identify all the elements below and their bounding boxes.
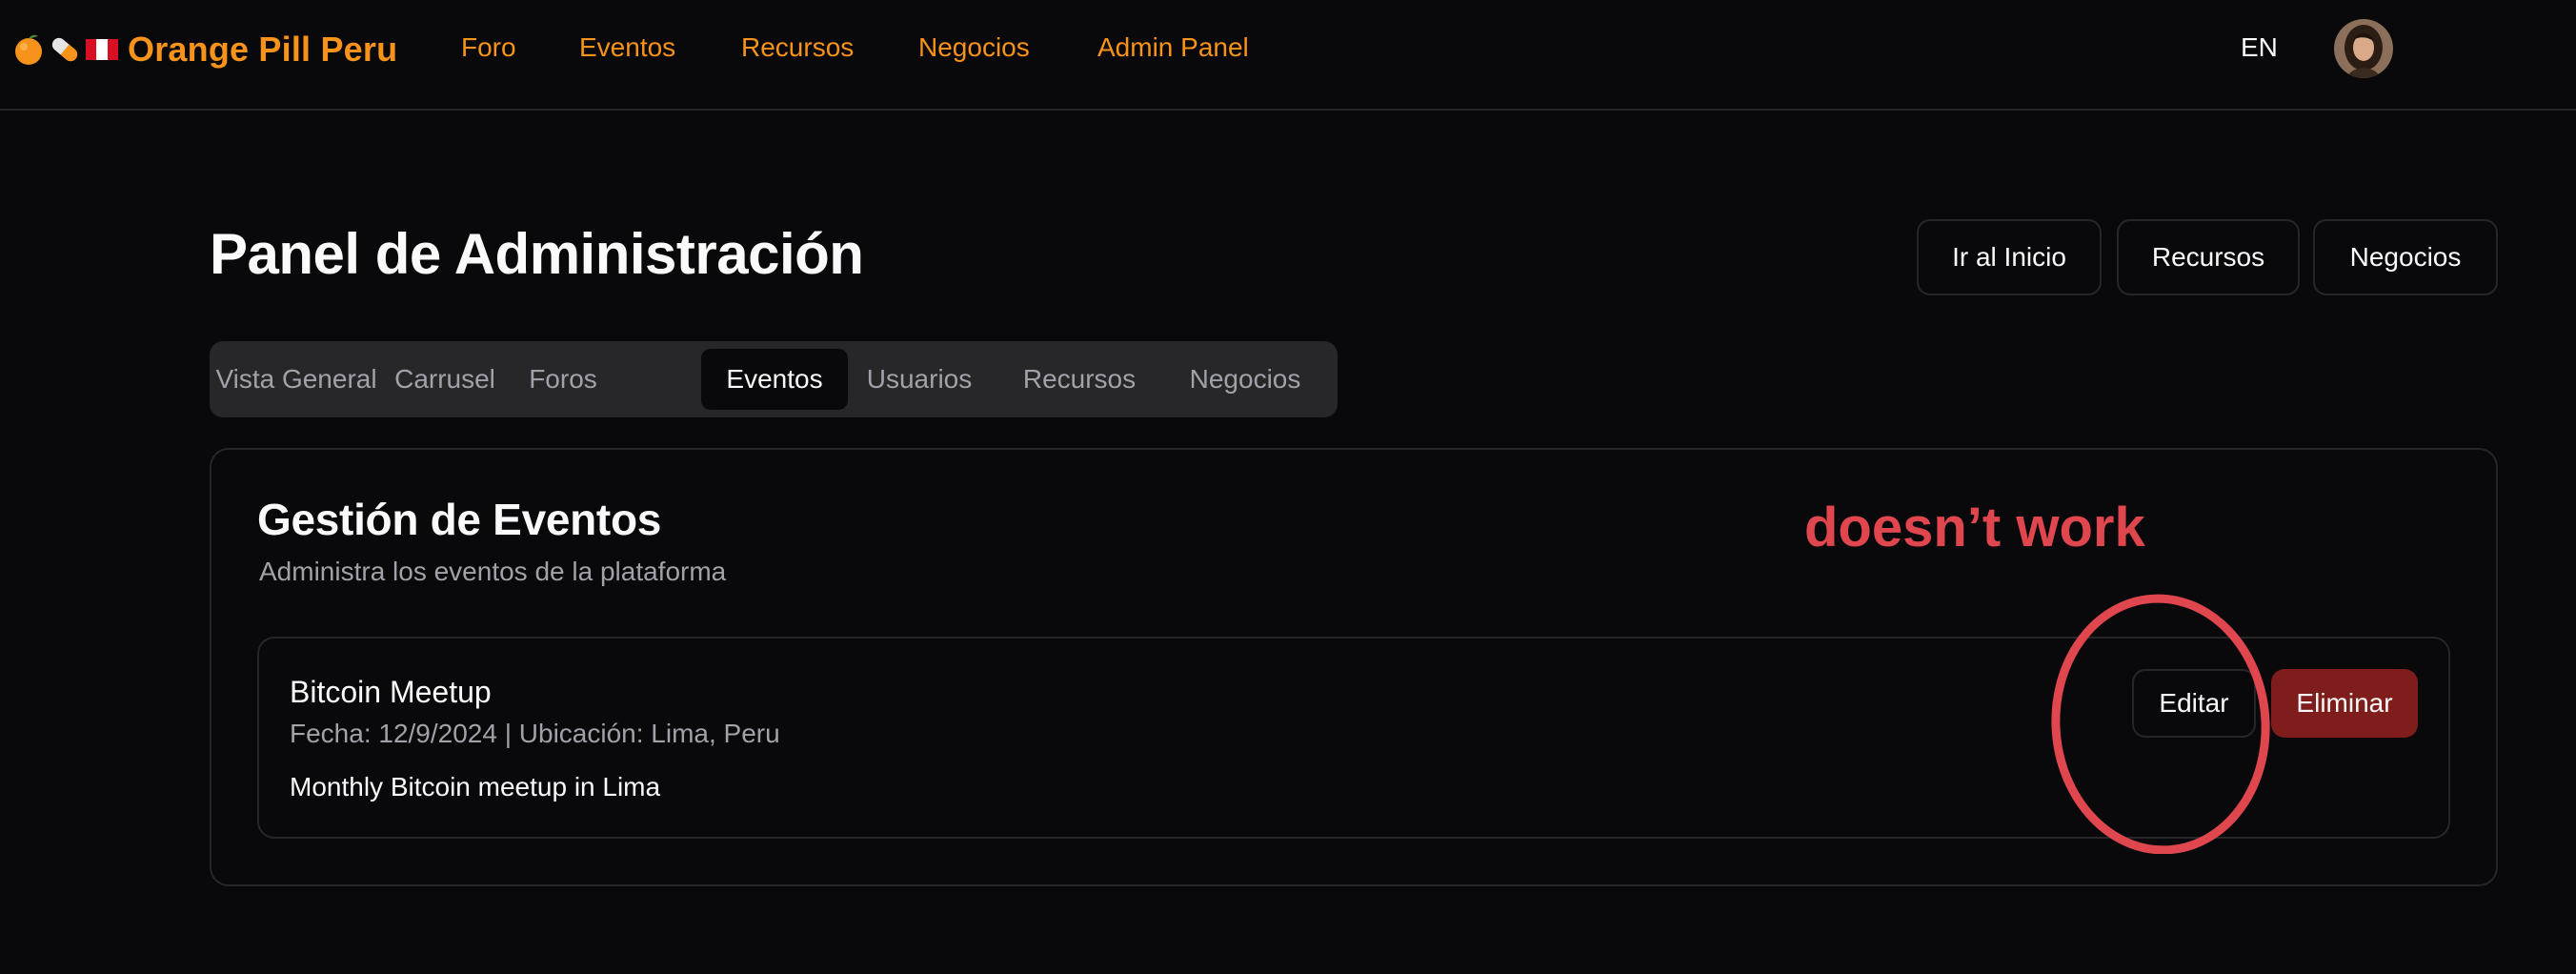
nav-link-admin-panel[interactable]: Admin Panel xyxy=(1097,32,1249,63)
tab-carrusel[interactable]: Carrusel xyxy=(373,349,516,410)
peru-flag-icon xyxy=(86,39,118,60)
tab-eventos[interactable]: Eventos xyxy=(701,349,848,410)
admin-tabs: Vista General Carrusel Foros Eventos Usu… xyxy=(210,341,1338,417)
nav-link-eventos[interactable]: Eventos xyxy=(579,32,675,63)
tab-usuarios[interactable]: Usuarios xyxy=(848,349,991,410)
brand-logo[interactable]: Orange Pill Peru xyxy=(13,29,397,71)
card-title: Gestión de Eventos xyxy=(257,495,662,544)
avatar-image xyxy=(2334,19,2393,78)
user-avatar[interactable] xyxy=(2334,19,2393,78)
nav-link-negocios[interactable]: Negocios xyxy=(918,32,1030,63)
top-navbar: Orange Pill Peru Foro Eventos Recursos N… xyxy=(0,0,2576,111)
card-description: Administra los eventos de la plataforma xyxy=(259,557,727,586)
tab-foros[interactable]: Foros xyxy=(516,349,610,410)
pill-icon xyxy=(51,37,78,62)
annotation-label: doesn’t work xyxy=(1804,497,2145,558)
brand-name: Orange Pill Peru xyxy=(128,30,398,69)
nav-link-foro[interactable]: Foro xyxy=(461,32,516,63)
go-home-button[interactable]: Ir al Inicio xyxy=(1917,219,2102,295)
event-meta: Fecha: 12/9/2024 | Ubicación: Lima, Peru xyxy=(290,719,780,748)
event-description: Monthly Bitcoin meetup in Lima xyxy=(290,772,661,802)
annotation-circle xyxy=(2051,594,2270,854)
event-title: Bitcoin Meetup xyxy=(290,675,492,709)
tab-vista-general[interactable]: Vista General xyxy=(215,349,376,410)
resources-button[interactable]: Recursos xyxy=(2117,219,2300,295)
orange-icon xyxy=(15,34,42,65)
delete-event-button[interactable]: Eliminar xyxy=(2271,669,2418,738)
page-title: Panel de Administración xyxy=(210,222,864,286)
businesses-button[interactable]: Negocios xyxy=(2313,219,2498,295)
tab-negocios[interactable]: Negocios xyxy=(1162,349,1328,410)
language-toggle[interactable]: EN xyxy=(2241,32,2278,63)
tab-recursos[interactable]: Recursos xyxy=(998,349,1160,410)
brand-icons xyxy=(13,33,118,66)
nav-link-recursos[interactable]: Recursos xyxy=(741,32,854,63)
